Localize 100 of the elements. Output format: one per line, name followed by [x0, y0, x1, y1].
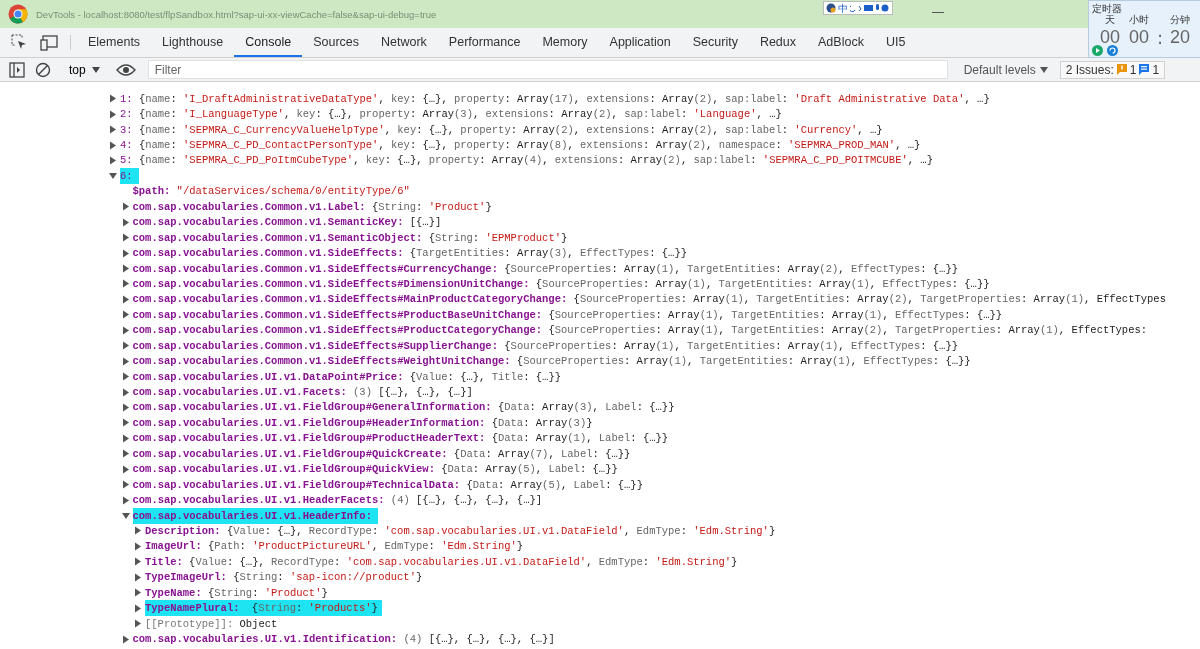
time-value: 00: [1128, 27, 1150, 48]
device-icon[interactable]: [40, 34, 58, 51]
property-value: {Path: 'ProductPictureURL', EdmType: 'Edm.String'}: [207, 540, 524, 553]
collapsed-triangle-icon[interactable]: [133, 619, 143, 629]
property-key: $path:: [132, 183, 171, 200]
property-key: TypeImageUrl:: [145, 569, 227, 586]
collapsed-triangle-icon[interactable]: [108, 125, 118, 135]
collapsed-triangle-icon[interactable]: [120, 248, 131, 258]
time-unit-label: 天: [1104, 14, 1116, 27]
globe-icon[interactable]: [826, 3, 836, 13]
caret-icon: [1039, 66, 1048, 73]
property-value: {name: 'SEPMRA_C_PD_ContactPersonType', key: {…}, property: Array(8), extensions: Array(2), namespace: 'SEPMRA_PROD_MAN', …}: [137, 139, 921, 152]
property-key: 2:: [120, 106, 133, 123]
collapsed-triangle-icon[interactable]: [108, 155, 118, 165]
collapsed-triangle-icon[interactable]: [108, 140, 118, 150]
collapsed-triangle-icon[interactable]: [120, 372, 131, 382]
reset-icon[interactable]: [1107, 45, 1118, 56]
collapsed-triangle-icon[interactable]: [120, 233, 131, 243]
property-key: com.sap.vocabularies.UI.v1.Facets:: [132, 384, 347, 401]
collapsed-triangle-icon[interactable]: [120, 341, 131, 351]
collapsed-triangle-icon[interactable]: [120, 217, 131, 227]
filter-field[interactable]: Filter: [147, 60, 948, 79]
log-levels-dropdown[interactable]: Default levels: [957, 61, 1054, 78]
collapsed-triangle-icon[interactable]: [133, 541, 143, 551]
property-key: com.sap.vocabularies.Common.v1.SemanticObject:: [132, 229, 423, 246]
collapsed-triangle-icon[interactable]: [108, 109, 118, 119]
message-icon: [1139, 64, 1150, 75]
property-value: {SourceProperties: Array(1), TargetEntities: Array(2), EffectTypes: {…}}: [503, 262, 958, 275]
inspect-icon[interactable]: [10, 34, 28, 51]
property-key: ImageUrl:: [145, 538, 202, 555]
eye-icon[interactable]: [115, 62, 136, 77]
caret-icon: [91, 66, 100, 73]
property-value: {Value: {…}, RecordType: 'com.sap.vocabularies.UI.v1.DataField', EdmType: 'Edm.String'}: [225, 524, 776, 537]
expanded-triangle-icon[interactable]: [120, 511, 131, 521]
property-key: com.sap.vocabularies.Common.v1.SideEffects#CurrencyChange:: [132, 260, 498, 277]
collapsed-triangle-icon[interactable]: [120, 387, 131, 397]
property-key: com.sap.vocabularies.Common.v1.SideEffects:: [132, 245, 404, 262]
property-value: {name: 'I_LanguageType', key: {…}, property: Array(3), extensions: Array(2), sap:label: 'Language', …}: [137, 108, 782, 121]
property-key: 1:: [120, 90, 133, 107]
property-key: com.sap.vocabularies.Common.v1.SemanticKey:: [132, 214, 404, 231]
property-value: {Data: Array(5), Label: {…}}: [465, 478, 643, 491]
context-dropdown[interactable]: top: [61, 60, 108, 79]
devtools-tab[interactable]: AdBlock: [807, 28, 875, 57]
property-key: com.sap.vocabularies.UI.v1.FieldGroup#ProductHeaderText:: [132, 430, 486, 447]
collapsed-triangle-icon[interactable]: [133, 557, 143, 567]
devtools-tab[interactable]: Performance: [437, 28, 532, 57]
collapsed-triangle-icon[interactable]: [133, 526, 143, 536]
property-key: com.sap.vocabularies.UI.v1.Identification:: [132, 631, 398, 648]
collapsed-triangle-icon[interactable]: [133, 603, 143, 613]
collapsed-triangle-icon[interactable]: [133, 572, 143, 582]
collapsed-triangle-icon[interactable]: [133, 588, 143, 598]
collapsed-triangle-icon[interactable]: [120, 279, 131, 289]
property-key: com.sap.vocabularies.Common.v1.SideEffects#ProductCategoryChange:: [132, 322, 543, 339]
devtools-tab[interactable]: Network: [370, 28, 438, 57]
devtools-tab[interactable]: Application: [598, 28, 682, 57]
devtools-tab[interactable]: Security: [681, 28, 749, 57]
collapsed-triangle-icon[interactable]: [120, 310, 131, 320]
devtools-tab[interactable]: Memory: [531, 28, 599, 57]
collapsed-triangle-icon[interactable]: [120, 356, 131, 366]
property-key: Title:: [145, 553, 183, 570]
devtools-tab[interactable]: Redux: [748, 28, 808, 57]
browser-logo-icon: [8, 4, 28, 24]
time-separator: :: [1155, 27, 1165, 48]
collapsed-triangle-icon[interactable]: [120, 495, 131, 505]
collapsed-triangle-icon[interactable]: [120, 418, 131, 428]
property-key: 6:: [120, 167, 139, 184]
ime-mode-label[interactable]: 中: [838, 2, 848, 14]
collapsed-triangle-icon[interactable]: [120, 464, 131, 474]
collapsed-triangle-icon[interactable]: [120, 402, 131, 412]
collapsed-triangle-icon[interactable]: [120, 202, 131, 212]
devtools-tab[interactable]: Elements: [77, 28, 152, 57]
time-value: 00: [1099, 27, 1121, 48]
property-key: com.sap.vocabularies.UI.v1.FieldGroup#HeaderInformation:: [132, 414, 486, 431]
property-value: [{…}]: [408, 216, 442, 229]
time-unit-label: 小时: [1128, 13, 1150, 27]
play-icon[interactable]: [1092, 45, 1103, 56]
property-key: com.sap.vocabularies.UI.v1.FieldGroup#QuickCreate:: [132, 445, 448, 462]
property-key: com.sap.vocabularies.UI.v1.FieldGroup#GeneralInformation:: [132, 399, 492, 416]
collapsed-triangle-icon[interactable]: [120, 325, 131, 335]
collapsed-triangle-icon[interactable]: [120, 449, 131, 459]
ime-tools-icon[interactable]: [850, 3, 890, 13]
devtools-tab[interactable]: Lighthouse: [151, 28, 235, 57]
collapsed-triangle-icon[interactable]: [120, 294, 131, 304]
clear-icon[interactable]: [35, 61, 51, 78]
collapsed-triangle-icon[interactable]: [120, 264, 131, 274]
devtools-tab[interactable]: Sources: [302, 28, 370, 57]
sidebar-icon[interactable]: [9, 61, 25, 78]
devtools-tab[interactable]: UI5: [874, 28, 917, 57]
collapsed-triangle-icon[interactable]: [108, 94, 118, 104]
collapsed-triangle-icon[interactable]: [120, 480, 131, 490]
property-key: com.sap.vocabularies.UI.v1.DataPoint#Price:: [132, 368, 404, 385]
property-value: {Value: {…}, RecordType: 'com.sap.vocabularies.UI.v1.DataField', EdmType: 'Edm.String'}: [188, 555, 738, 568]
property-value: {SourceProperties: Array(1), TargetEntities: Array(2), TargetProperties: Array(1), EffectTypes: [572, 293, 1166, 306]
collapsed-triangle-icon[interactable]: [120, 634, 131, 644]
property-key: com.sap.vocabularies.Common.v1.SideEffects#SupplierChange:: [132, 337, 498, 354]
issues-button[interactable]: 2 Issues: 1 1: [1059, 60, 1166, 79]
collapsed-triangle-icon[interactable]: [120, 433, 131, 443]
property-key: Description:: [145, 522, 221, 539]
property-key: TypeName:: [145, 584, 202, 601]
expanded-triangle-icon[interactable]: [108, 171, 118, 181]
